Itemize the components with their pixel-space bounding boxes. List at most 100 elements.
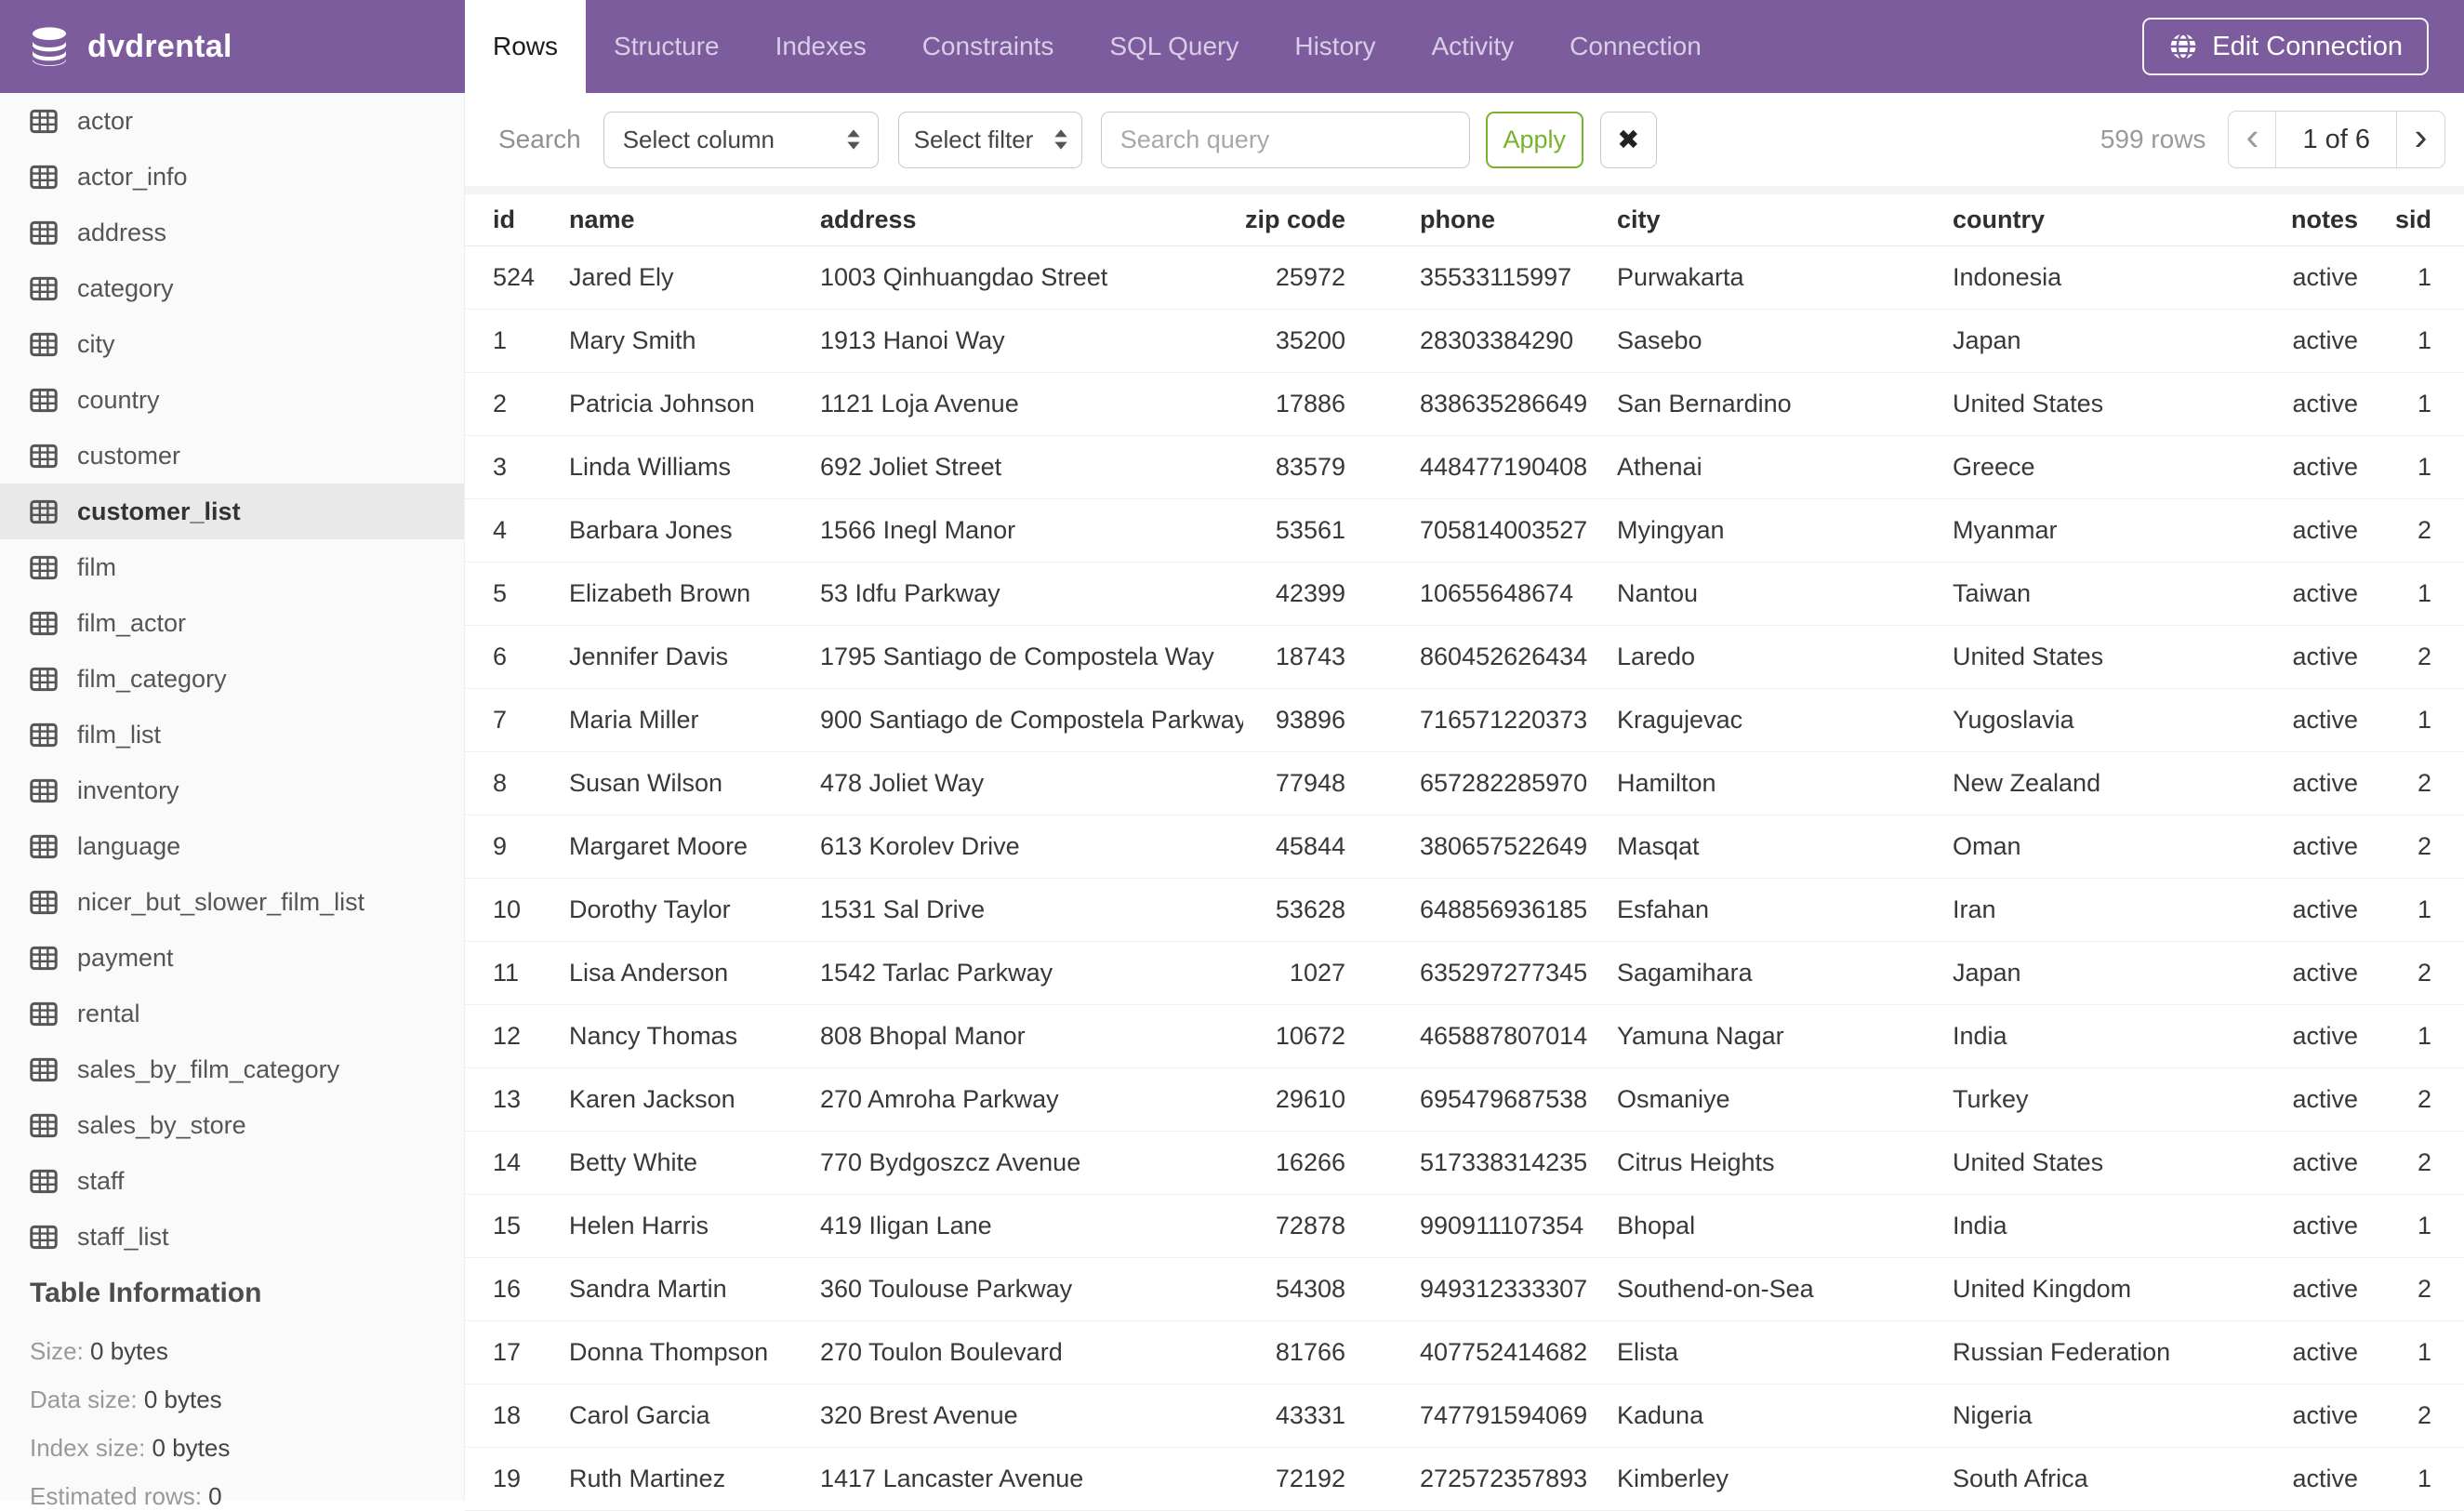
sidebar-item-label: payment xyxy=(77,944,174,973)
cell-sid: 2 xyxy=(2366,941,2464,1004)
sidebar-item-inventory[interactable]: inventory xyxy=(0,762,464,818)
table-row[interactable]: 17Donna Thompson270 Toulon Boulevard8176… xyxy=(465,1320,2464,1384)
sidebar-item-sales-by-store[interactable]: sales_by_store xyxy=(0,1097,464,1153)
previous-page-button[interactable]: ‹ xyxy=(2229,112,2276,167)
sidebar-item-label: staff xyxy=(77,1167,125,1196)
select-arrows-icon xyxy=(846,128,861,151)
sidebar-item-film-list[interactable]: film_list xyxy=(0,707,464,762)
table-row[interactable]: 524Jared Ely1003 Qinhuangdao Street25972… xyxy=(465,245,2464,309)
sidebar-item-customer-list[interactable]: customer_list xyxy=(0,484,464,539)
table-info-label: Size: xyxy=(30,1337,90,1365)
table-row[interactable]: 4Barbara Jones1566 Inegl Manor5356170581… xyxy=(465,498,2464,562)
tab-history[interactable]: History xyxy=(1266,0,1403,93)
sidebar-item-rental[interactable]: rental xyxy=(0,986,464,1041)
cell-id: 14 xyxy=(465,1131,569,1194)
table-icon xyxy=(30,1057,58,1082)
table-row[interactable]: 3Linda Williams692 Joliet Street83579448… xyxy=(465,435,2464,498)
column-header-country[interactable]: country xyxy=(1948,194,2273,245)
table-row[interactable]: 10Dorothy Taylor1531 Sal Drive5362864885… xyxy=(465,878,2464,941)
tab-indexes[interactable]: Indexes xyxy=(748,0,894,93)
cell-notes: active xyxy=(2273,245,2366,309)
cell-notes: active xyxy=(2273,941,2366,1004)
table-row[interactable]: 18Carol Garcia320 Brest Avenue4333174779… xyxy=(465,1384,2464,1447)
column-header-zip[interactable]: zip code xyxy=(1243,194,1355,245)
tab-structure[interactable]: Structure xyxy=(586,0,748,93)
cell-name: Lisa Anderson xyxy=(569,941,820,1004)
sidebar-item-staff-list[interactable]: staff_list xyxy=(0,1209,464,1265)
cell-zip: 10672 xyxy=(1243,1004,1355,1067)
table-row[interactable]: 13Karen Jackson270 Amroha Parkway2961069… xyxy=(465,1067,2464,1131)
sidebar-item-customer[interactable]: customer xyxy=(0,428,464,484)
table-row[interactable]: 7Maria Miller900 Santiago de Compostela … xyxy=(465,688,2464,751)
tab-activity[interactable]: Activity xyxy=(1403,0,1542,93)
table-row[interactable]: 2Patricia Johnson1121 Loja Avenue1788683… xyxy=(465,372,2464,435)
sidebar-item-language[interactable]: language xyxy=(0,818,464,874)
search-query-input[interactable] xyxy=(1101,112,1470,168)
cell-zip: 93896 xyxy=(1243,688,1355,751)
cell-city: San Bernardino xyxy=(1609,372,1948,435)
tab-sql-query[interactable]: SQL Query xyxy=(1081,0,1266,93)
sidebar-item-category[interactable]: category xyxy=(0,260,464,316)
cell-notes: active xyxy=(2273,1384,2366,1447)
sidebar-item-label: inventory xyxy=(77,776,179,805)
edit-connection-label: Edit Connection xyxy=(2212,32,2403,62)
sidebar-item-film-category[interactable]: film_category xyxy=(0,651,464,707)
edit-connection-button[interactable]: Edit Connection xyxy=(2142,18,2429,75)
cell-notes: active xyxy=(2273,878,2366,941)
cell-notes: active xyxy=(2273,1067,2366,1131)
table-row[interactable]: 9Margaret Moore613 Korolev Drive45844380… xyxy=(465,815,2464,878)
sidebar-item-nicer-but-slower-film-list[interactable]: nicer_but_slower_film_list xyxy=(0,874,464,930)
cell-name: Helen Harris xyxy=(569,1194,820,1257)
sidebar-item-label: film_actor xyxy=(77,609,186,638)
sidebar-item-label: customer_list xyxy=(77,497,241,526)
cell-phone: 747791594069 xyxy=(1355,1384,1609,1447)
sidebar-item-label: country xyxy=(77,386,160,415)
table-icon xyxy=(30,109,58,134)
column-header-city[interactable]: city xyxy=(1609,194,1948,245)
cell-address: 808 Bhopal Manor xyxy=(820,1004,1243,1067)
clear-search-button[interactable]: ✖ xyxy=(1600,112,1657,168)
column-select[interactable]: Select column xyxy=(603,112,879,168)
table-icon xyxy=(30,1169,58,1194)
table-info-label: Data size: xyxy=(30,1385,144,1413)
cell-name: Barbara Jones xyxy=(569,498,820,562)
cell-country: New Zealand xyxy=(1948,751,2273,815)
filter-select[interactable]: Select filter xyxy=(898,112,1082,168)
sidebar-item-address[interactable]: address xyxy=(0,205,464,260)
sidebar-item-actor-info[interactable]: actor_info xyxy=(0,149,464,205)
next-page-button[interactable]: › xyxy=(2397,112,2444,167)
sidebar-item-city[interactable]: city xyxy=(0,316,464,372)
cell-sid: 2 xyxy=(2366,1384,2464,1447)
sidebar-item-country[interactable]: country xyxy=(0,372,464,428)
table-row[interactable]: 16Sandra Martin360 Toulouse Parkway54308… xyxy=(465,1257,2464,1320)
sidebar-item-staff[interactable]: staff xyxy=(0,1153,464,1209)
column-header-id[interactable]: id xyxy=(465,194,569,245)
table-row[interactable]: 5Elizabeth Brown53 Idfu Parkway423991065… xyxy=(465,562,2464,625)
sidebar-item-sales-by-film-category[interactable]: sales_by_film_category xyxy=(0,1041,464,1097)
toolbar: Search Select column Select filter Apply… xyxy=(465,93,2464,186)
table-row[interactable]: 14Betty White770 Bydgoszcz Avenue1626651… xyxy=(465,1131,2464,1194)
column-header-notes[interactable]: notes xyxy=(2273,194,2366,245)
cell-phone: 695479687538 xyxy=(1355,1067,1609,1131)
table-row[interactable]: 6Jennifer Davis1795 Santiago de Composte… xyxy=(465,625,2464,688)
sidebar-item-film[interactable]: film xyxy=(0,539,464,595)
column-header-address[interactable]: address xyxy=(820,194,1243,245)
sidebar-item-film-actor[interactable]: film_actor xyxy=(0,595,464,651)
apply-button[interactable]: Apply xyxy=(1486,112,1583,168)
table-row[interactable]: 11Lisa Anderson1542 Tarlac Parkway102763… xyxy=(465,941,2464,1004)
cell-phone: 10655648674 xyxy=(1355,562,1609,625)
table-row[interactable]: 1Mary Smith1913 Hanoi Way352002830338429… xyxy=(465,309,2464,372)
tab-connection[interactable]: Connection xyxy=(1542,0,1729,93)
tab-constraints[interactable]: Constraints xyxy=(894,0,1082,93)
table-row[interactable]: 15Helen Harris419 Iligan Lane72878990911… xyxy=(465,1194,2464,1257)
column-header-sid[interactable]: sid xyxy=(2366,194,2464,245)
sidebar-item-actor[interactable]: actor xyxy=(0,93,464,149)
tab-rows[interactable]: Rows xyxy=(465,0,586,93)
table-row[interactable]: 12Nancy Thomas808 Bhopal Manor1067246588… xyxy=(465,1004,2464,1067)
sidebar-item-payment[interactable]: payment xyxy=(0,930,464,986)
table-row[interactable]: 8Susan Wilson478 Joliet Way7794865728228… xyxy=(465,751,2464,815)
cell-phone: 517338314235 xyxy=(1355,1131,1609,1194)
column-header-phone[interactable]: phone xyxy=(1355,194,1609,245)
cell-city: Elista xyxy=(1609,1320,1948,1384)
column-header-name[interactable]: name xyxy=(569,194,820,245)
